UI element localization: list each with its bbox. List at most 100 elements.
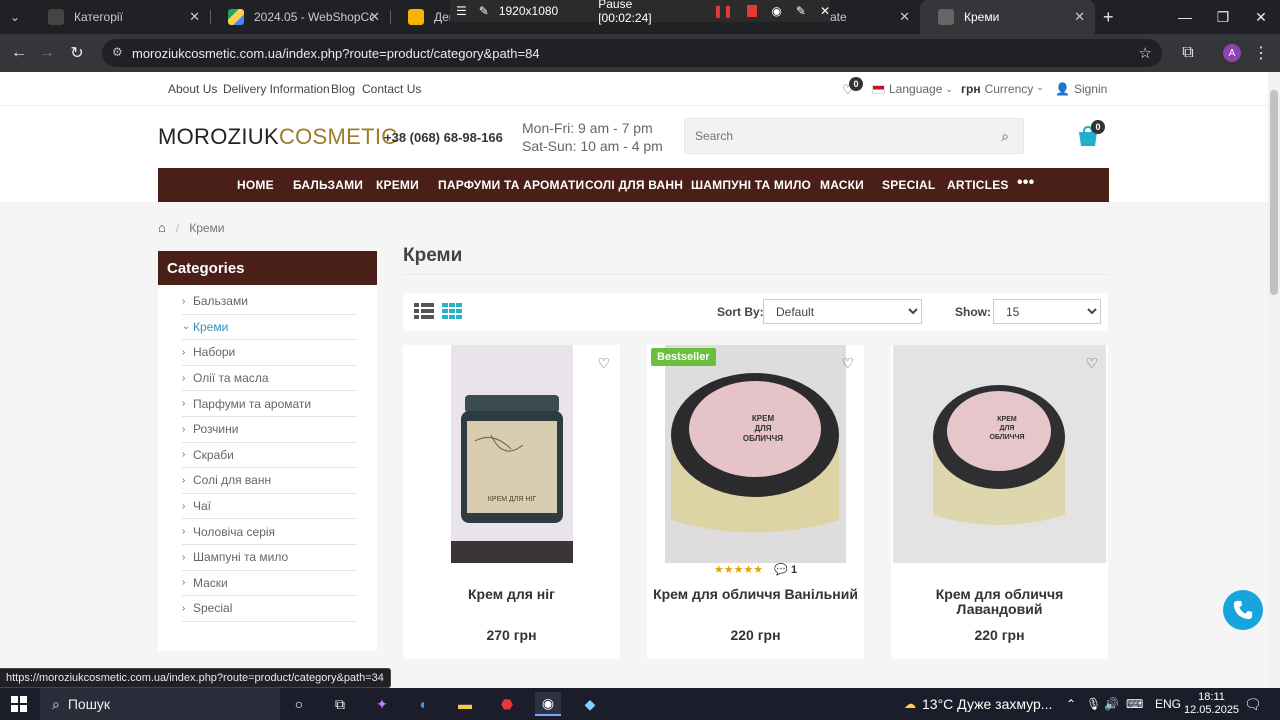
cortana-icon[interactable]: ○ (286, 692, 312, 716)
bookmark-star-icon[interactable]: ☆ (1139, 44, 1152, 62)
product-name[interactable]: Крем для обличчя Лавандовий (891, 587, 1108, 617)
grid-view-icon[interactable] (442, 303, 462, 319)
camera-icon[interactable]: ◉ (771, 4, 781, 18)
show-select[interactable]: 15 (993, 299, 1101, 324)
browser-menu-icon[interactable]: ⋮ (1250, 42, 1272, 64)
sort-select[interactable]: Default (763, 299, 922, 324)
windows-start-icon[interactable] (6, 692, 32, 716)
clock[interactable]: 18:11 12.05.2025 (1184, 688, 1239, 720)
reload-icon[interactable]: ↻ (66, 42, 88, 64)
product-card[interactable]: КРЕМ ДЛЯ НІГ ♡ Крем для ніг 270 грн (403, 345, 620, 659)
sidebar-item-11[interactable]: › Маски (182, 571, 357, 597)
search-icon[interactable]: ⌕ (1001, 128, 1009, 145)
breadcrumb-current[interactable]: Креми (189, 221, 224, 235)
menu-parfumy[interactable]: ПАРФУМИ ТА АРОМАТИ (438, 178, 584, 192)
draw-icon[interactable]: ✎ (796, 4, 806, 18)
product-name[interactable]: Крем для ніг (403, 587, 620, 602)
chrome-icon[interactable]: ◉ (535, 692, 561, 716)
volume-icon[interactable]: 🔊 (1104, 688, 1119, 720)
keyboard-icon[interactable]: ⌨ (1126, 688, 1143, 720)
delivery-info-link[interactable]: Delivery Information (223, 82, 330, 96)
acrobat-icon[interactable]: ⬣ (494, 692, 520, 716)
menu-balzamy[interactable]: БАЛЬЗАМИ (293, 178, 363, 192)
forward-icon[interactable]: → (36, 42, 58, 64)
menu-shampuni[interactable]: ШАМПУНІ ТА МИЛО (691, 178, 811, 192)
close-window-icon[interactable]: ✕ (1238, 0, 1280, 34)
stop-icon[interactable] (746, 5, 758, 17)
file-explorer-icon[interactable]: ▬ (452, 692, 478, 716)
menu-masky[interactable]: МАСКИ (820, 178, 864, 192)
app-icon[interactable]: ◆ (577, 692, 603, 716)
menu-articles[interactable]: ARTICLES (947, 178, 1009, 192)
search-input[interactable] (685, 119, 975, 153)
home-icon[interactable]: ⌂ (158, 220, 166, 235)
pause-icon[interactable]: ❚❚ (713, 4, 733, 18)
product-image[interactable]: КРЕМ ДЛЯ ОБЛИЧЧЯ (891, 345, 1108, 563)
page-scrollbar[interactable] (1268, 72, 1280, 692)
sidebar-item-9[interactable]: › Чоловіча серія (182, 519, 357, 545)
new-tab-button[interactable]: + (1095, 0, 1125, 34)
currency-selector[interactable]: грн Currency ⌄ (961, 82, 1044, 96)
task-view-icon[interactable]: ⧉ (327, 692, 353, 716)
about-us-link[interactable]: About Us (168, 82, 217, 96)
taskbar-search[interactable]: ⌕ Пошук (40, 688, 280, 720)
tab-kremy[interactable]: Креми ✕ (920, 0, 1095, 34)
menu-kremy[interactable]: КРЕМИ (376, 178, 419, 192)
sidebar-item-3[interactable]: › Олії та масла (182, 366, 357, 392)
close-tab-icon[interactable]: ✕ (189, 9, 200, 25)
close-tab-icon[interactable]: ✕ (899, 9, 910, 25)
profile-avatar[interactable]: A (1223, 44, 1241, 62)
sidebar-item-5[interactable]: › Розчини (182, 417, 357, 443)
language-selector[interactable]: Language ⌄ (872, 82, 953, 96)
edge-icon[interactable]: ◐ (411, 692, 437, 716)
notifications-icon[interactable]: 🗨 (1244, 688, 1262, 720)
copilot-icon[interactable]: ✦ (369, 692, 395, 716)
menu-special[interactable]: SPECIAL (882, 178, 935, 192)
sidebar-item-2[interactable]: › Набори (182, 340, 357, 366)
sidebar-item-7[interactable]: › Солі для ванн (182, 468, 357, 494)
weather-widget[interactable]: ☁ 13°C Дуже захмур... (904, 688, 1052, 720)
extensions-icon[interactable]: ⧉ (1177, 42, 1199, 64)
call-button[interactable] (1223, 590, 1263, 630)
contact-us-link[interactable]: Contact Us (362, 82, 421, 96)
sidebar-item-10[interactable]: › Шампуні та мило (182, 545, 357, 571)
wishlist-heart-icon[interactable]: ♡ (1085, 355, 1098, 372)
site-logo[interactable]: MOROZIUKCOSMETIC (158, 124, 397, 150)
scrollbar-thumb[interactable] (1270, 90, 1278, 295)
product-card[interactable]: КРЕМ ДЛЯ ОБЛИЧЧЯ ♡ Крем для обличчя Лава… (891, 345, 1108, 659)
product-image[interactable]: КРЕМ ДЛЯ НІГ (403, 345, 620, 563)
tray-overflow-icon[interactable]: ⌃ (1066, 688, 1076, 720)
wishlist-heart-icon[interactable]: ♡ (597, 355, 610, 372)
back-icon[interactable]: ← (8, 42, 30, 64)
list-view-icon[interactable] (414, 303, 434, 319)
menu-icon[interactable]: ☰ (456, 4, 467, 18)
pin-icon[interactable]: ✎ (479, 4, 489, 18)
blog-link[interactable]: Blog (331, 82, 355, 96)
close-recorder-icon[interactable]: ✕ (820, 4, 830, 18)
language-indicator[interactable]: ENG (1155, 688, 1181, 720)
sidebar-item-4[interactable]: › Парфуми та аромати (182, 391, 357, 417)
tab-search-icon[interactable]: ⌄ (0, 0, 30, 34)
more-dots-icon[interactable]: ••• (1017, 174, 1034, 192)
sidebar-item-8[interactable]: › Чаї (182, 494, 357, 520)
signin-link[interactable]: 👤 Signin (1055, 82, 1107, 96)
microphone-icon[interactable]: 🎙 (1086, 688, 1101, 720)
menu-soli[interactable]: СОЛІ ДЛЯ ВАНН (585, 178, 683, 192)
close-tab-icon[interactable]: ✕ (1074, 9, 1085, 25)
sidebar-item-12[interactable]: › Special (182, 596, 357, 622)
tab-drive[interactable]: 2024.05 - WebShopCosmetic ✕ (210, 0, 390, 34)
product-card[interactable]: КРЕМ ДЛЯ ОБЛИЧЧЯ Bestseller ♡ ★★★★★ 💬 1 … (647, 345, 864, 659)
close-tab-icon[interactable]: ✕ (369, 9, 380, 25)
recorder-status: Pause [00:02:24] (598, 0, 652, 25)
tab-ate[interactable]: ate ✕ (830, 0, 920, 34)
product-name[interactable]: Крем для обличчя Ванільний (647, 587, 864, 602)
menu-home[interactable]: HOME (237, 178, 274, 192)
product-image[interactable]: КРЕМ ДЛЯ ОБЛИЧЧЯ (647, 345, 864, 563)
site-info-icon[interactable]: ⚙ (112, 45, 123, 59)
wishlist-heart-icon[interactable]: ♡ (841, 355, 854, 372)
sidebar-item-1[interactable]: ⌄ Креми (182, 315, 357, 341)
address-bar[interactable]: ⚙ moroziukcosmetic.com.ua/index.php?rout… (102, 39, 1162, 67)
tab-categories[interactable]: Категорії ✕ (30, 0, 210, 34)
sidebar-item-6[interactable]: › Скраби (182, 443, 357, 469)
sidebar-item-0[interactable]: › Бальзами (182, 289, 357, 315)
